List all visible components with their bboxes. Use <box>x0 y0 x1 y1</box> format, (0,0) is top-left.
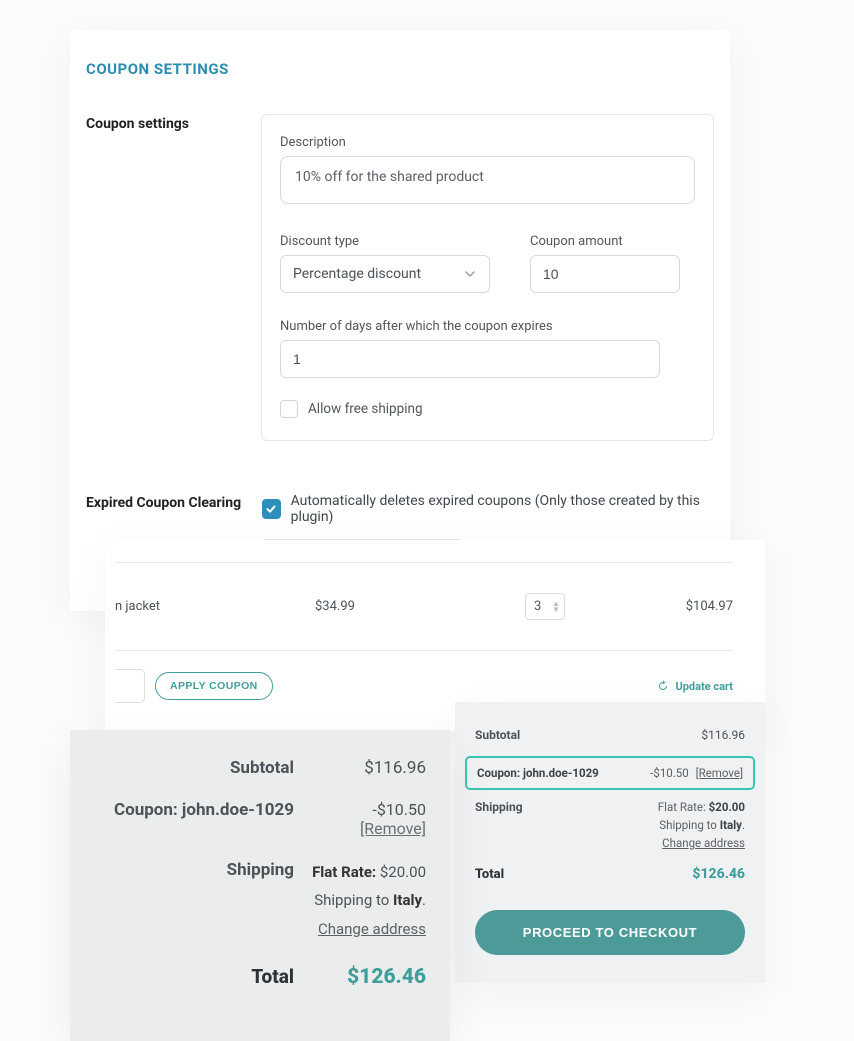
discount-type-label: Discount type <box>280 234 490 249</box>
coupon-highlight-row: Coupon: john.doe-1029 -$10.50 [Remove] <box>465 756 755 790</box>
coupon-value: -$10.50 <box>650 766 689 780</box>
panel-title: COUPON SETTINGS <box>86 60 714 78</box>
shipping-label: Shipping <box>94 860 294 880</box>
shipping-label: Shipping <box>475 800 523 814</box>
flat-rate-value: $20.00 <box>709 800 745 814</box>
flat-rate-prefix: Flat Rate: <box>312 863 376 881</box>
subtotal-value: $116.96 <box>306 758 426 778</box>
update-cart-button[interactable]: Update cart <box>657 680 733 693</box>
cart-item-name: n jacket <box>115 599 315 614</box>
total-value: $126.46 <box>306 965 426 989</box>
subtotal-label: Subtotal <box>94 758 294 778</box>
shipping-country: Italy <box>720 818 742 832</box>
subtotal-label: Subtotal <box>475 728 520 742</box>
cart-item-price: $34.99 <box>315 599 435 614</box>
auto-delete-checkbox[interactable] <box>262 499 281 519</box>
quantity-stepper[interactable]: 3 ▲▼ <box>525 593 565 620</box>
remove-coupon-link[interactable]: [Remove] <box>696 766 743 780</box>
total-value: $126.46 <box>692 866 745 882</box>
coupon-settings-form: Description 10% off for the shared produ… <box>261 114 714 441</box>
change-address-link[interactable]: Change address <box>662 836 745 850</box>
shipping-country: Italy <box>393 891 422 909</box>
proceed-to-checkout-button[interactable]: PROCEED TO CHECKOUT <box>475 910 745 955</box>
description-label: Description <box>280 135 695 150</box>
flat-rate-prefix: Flat Rate: <box>658 800 706 814</box>
expiry-days-label: Number of days after which the coupon ex… <box>280 319 695 334</box>
expired-clearing-label: Expired Coupon Clearing <box>86 493 262 511</box>
subtotal-value: $116.96 <box>701 728 745 742</box>
coupon-settings-label: Coupon settings <box>86 114 261 132</box>
expiry-days-input[interactable] <box>280 340 660 378</box>
remove-coupon-link[interactable]: [Remove] <box>360 819 426 838</box>
stepper-arrows-icon: ▲▼ <box>552 601 560 613</box>
coupon-label: Coupon: john.doe-1029 <box>477 766 599 780</box>
cart-totals-small: Subtotal $116.96 Coupon: john.doe-1029 -… <box>455 702 765 983</box>
description-input[interactable]: 10% off for the shared product <box>280 156 695 204</box>
cart-item-total: $104.97 <box>686 599 733 614</box>
flat-rate-value: $20.00 <box>380 863 426 881</box>
shipping-to-prefix: Shipping to <box>659 818 719 832</box>
coupon-amount-input[interactable] <box>530 255 680 293</box>
change-address-link[interactable]: Change address <box>306 917 426 943</box>
update-cart-label: Update cart <box>675 680 733 693</box>
discount-type-select[interactable]: Percentage discount <box>280 255 490 293</box>
coupon-value: -$10.50 <box>372 800 426 819</box>
coupon-label: Coupon: john.doe-1029 <box>94 800 294 820</box>
coupon-code-input[interactable] <box>115 669 145 703</box>
auto-delete-label: Automatically deletes expired coupons (O… <box>291 493 714 525</box>
free-shipping-checkbox[interactable] <box>280 400 298 418</box>
free-shipping-label: Allow free shipping <box>308 401 423 417</box>
coupon-settings-panel: COUPON SETTINGS Coupon settings Descript… <box>70 30 730 611</box>
shipping-to-prefix: Shipping to <box>314 891 393 909</box>
cart-totals-zoom: Subtotal $116.96 Coupon: john.doe-1029 -… <box>70 730 450 1041</box>
refresh-icon <box>657 680 669 692</box>
cart-item-row: n jacket $34.99 3 ▲▼ $104.97 <box>115 563 733 650</box>
total-label: Total <box>94 965 294 988</box>
quantity-value: 3 <box>530 599 541 614</box>
apply-coupon-button[interactable]: APPLY COUPON <box>155 672 273 700</box>
coupon-amount-label: Coupon amount <box>530 234 680 249</box>
total-label: Total <box>475 867 504 882</box>
